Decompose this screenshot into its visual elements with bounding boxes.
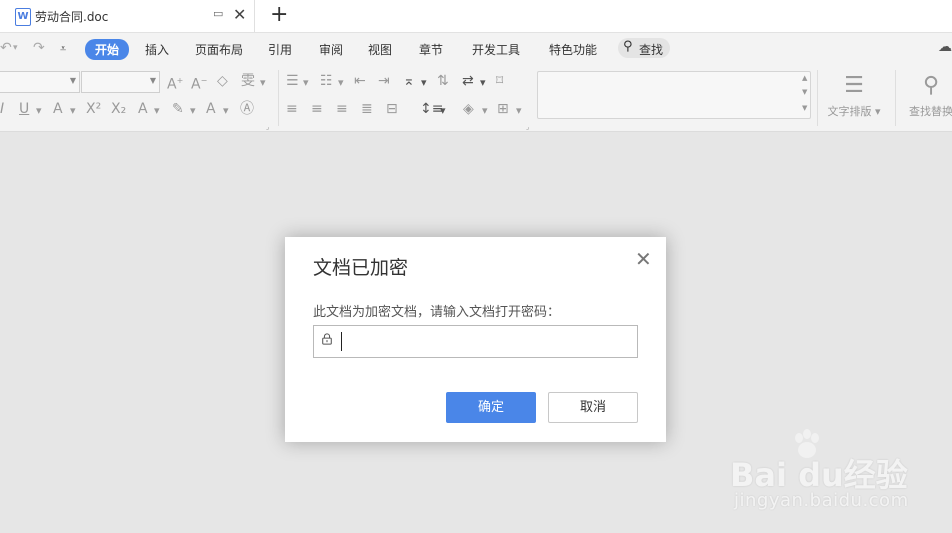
underline-icon[interactable]: U xyxy=(19,101,29,117)
chevron-down-icon[interactable]: ▼ xyxy=(802,88,808,96)
text-cursor xyxy=(341,332,342,351)
password-field[interactable] xyxy=(313,325,638,358)
menu-developer-tools[interactable]: 开发工具 xyxy=(472,41,520,58)
numbered-list-icon[interactable]: ☷ xyxy=(320,73,333,89)
ribbon-separator xyxy=(278,70,279,126)
find-replace-button[interactable]: ⚲ 查找替换 xyxy=(896,73,952,119)
italic-icon[interactable]: I xyxy=(0,101,4,117)
find-replace-label: 查找替换 xyxy=(909,105,952,118)
menu-references[interactable]: 引用 xyxy=(268,41,292,58)
ribbon: ▼ ▼ A+ A− ◇ 雯 ▾ I U ▾ A ▾ X² X₂ A ▾ ✎ ▾ … xyxy=(0,65,952,132)
align-right-icon[interactable]: ≡ xyxy=(336,101,348,117)
text-effects-icon[interactable]: A xyxy=(138,101,148,117)
expand-gallery-icon[interactable]: ▼ xyxy=(802,104,808,112)
menu-home[interactable]: 开始 xyxy=(85,39,130,60)
character-border-icon[interactable]: Ⓐ xyxy=(240,101,254,117)
chevron-down-icon[interactable]: ▾ xyxy=(480,75,486,91)
chevron-up-icon[interactable]: ▲ xyxy=(802,74,808,82)
chevron-down-icon[interactable]: ▾ xyxy=(190,103,196,119)
justify-icon[interactable]: ≣ xyxy=(361,101,373,117)
menu-page-layout[interactable]: 页面布局 xyxy=(195,41,243,58)
align-center-icon[interactable]: ≡ xyxy=(311,101,323,117)
phonetic-guide-icon[interactable]: 雯 xyxy=(241,73,255,89)
lock-icon xyxy=(322,333,332,345)
cancel-button[interactable]: 取消 xyxy=(548,392,638,423)
font-dialog-launcher-icon[interactable]: ⌟ xyxy=(266,119,269,135)
ribbon-separator xyxy=(817,70,818,126)
document-tab-title: 劳动合同.doc xyxy=(35,10,109,24)
pin-tab-icon[interactable]: ▭ xyxy=(213,7,223,20)
document-tab[interactable]: W 劳动合同.doc ▭ ✕ xyxy=(7,0,255,33)
distributed-align-icon[interactable]: ⊟ xyxy=(386,101,398,117)
chevron-down-icon[interactable]: ▾ xyxy=(303,75,309,91)
menu-insert[interactable]: 插入 xyxy=(145,41,169,58)
menu-view[interactable]: 视图 xyxy=(368,41,392,58)
encrypted-document-dialog: 文档已加密 ✕ 此文档为加密文档，请输入文档打开密码： 确定 取消 xyxy=(285,237,666,442)
dialog-prompt: 此文档为加密文档，请输入文档打开密码： xyxy=(313,305,561,320)
chevron-down-icon[interactable]: ▾ xyxy=(223,103,229,119)
password-input[interactable] xyxy=(340,331,630,351)
decrease-indent-icon[interactable]: ⇤ xyxy=(354,73,366,89)
chevron-down-icon: ▼ xyxy=(69,76,76,85)
search-icon: ⚲ xyxy=(623,39,633,54)
baidu-jingyan-watermark: Bai du经验 jingyan.baidu.com xyxy=(730,428,920,518)
superscript-icon[interactable]: X² xyxy=(86,101,101,117)
chinese-layout-icon[interactable]: ⌅ xyxy=(403,73,415,89)
bullet-list-icon[interactable]: ☰ xyxy=(286,73,299,89)
chevron-down-icon[interactable]: ▾ xyxy=(338,75,344,91)
menu-section[interactable]: 章节 xyxy=(419,41,443,58)
new-tab-button[interactable]: + xyxy=(270,2,288,27)
styles-gallery[interactable]: ▲ ▼ ▼ xyxy=(537,71,811,119)
font-color-icon[interactable]: A xyxy=(206,101,216,117)
text-layout-button[interactable]: ☰ 文字排版 ▾ xyxy=(819,73,889,119)
clear-format-icon[interactable]: ◇ xyxy=(217,73,228,89)
text-layout-icon: ☰ xyxy=(844,73,864,98)
borders-icon[interactable]: ⊞ xyxy=(497,101,509,117)
show-marks-icon[interactable]: ⌑ xyxy=(496,73,503,89)
highlight-icon[interactable]: ✎ xyxy=(172,101,184,117)
confirm-button[interactable]: 确定 xyxy=(446,392,536,423)
subscript-icon[interactable]: X₂ xyxy=(111,101,126,117)
sort-icon[interactable]: ⇅ xyxy=(437,73,449,89)
shading-icon[interactable]: ◈ xyxy=(463,101,474,117)
chevron-down-icon[interactable]: ▾ xyxy=(421,75,427,91)
chevron-down-icon[interactable]: ▾ xyxy=(260,75,266,91)
align-left-icon[interactable]: ≡ xyxy=(286,101,298,117)
strikethrough-icon[interactable]: A xyxy=(53,101,63,117)
grow-font-icon[interactable]: A+ xyxy=(167,73,183,93)
undo-dropdown-icon[interactable]: ▾ xyxy=(13,43,18,53)
quick-access-dropdown-icon[interactable]: ⩡ xyxy=(60,42,66,56)
word-doc-icon: W xyxy=(15,8,31,26)
watermark-url: jingyan.baidu.com xyxy=(734,490,909,511)
chevron-down-icon[interactable]: ▾ xyxy=(516,103,522,119)
font-name-select[interactable]: ▼ xyxy=(0,71,80,93)
menu-search[interactable]: ⚲ 查找 xyxy=(618,38,670,58)
close-tab-icon[interactable]: ✕ xyxy=(233,5,246,24)
chevron-down-icon[interactable]: ▾ xyxy=(36,103,42,119)
search-icon: ⚲ xyxy=(922,73,940,98)
menu-bar: ↶ ▾ ↷ ⩡ 开始 插入 页面布局 引用 审阅 视图 章节 开发工具 特色功能… xyxy=(0,33,952,65)
chevron-down-icon: ▼ xyxy=(149,76,156,85)
tab-bar: W 劳动合同.doc ▭ ✕ + xyxy=(0,0,952,33)
menu-special-features[interactable]: 特色功能 xyxy=(549,41,597,58)
text-layout-label: 文字排版 xyxy=(827,105,872,118)
menu-search-label: 查找 xyxy=(639,43,664,57)
paragraph-dialog-launcher-icon[interactable]: ⌟ xyxy=(526,119,529,135)
dialog-title: 文档已加密 xyxy=(313,257,409,279)
chevron-down-icon[interactable]: ▾ xyxy=(70,103,76,119)
shrink-font-icon[interactable]: A− xyxy=(191,73,207,93)
cloud-icon[interactable]: ☁ xyxy=(938,39,952,55)
close-icon[interactable]: ✕ xyxy=(635,247,652,271)
chevron-down-icon[interactable]: ▾ xyxy=(482,103,488,119)
undo-icon[interactable]: ↶ xyxy=(0,40,12,56)
increase-indent-icon[interactable]: ⇥ xyxy=(378,73,390,89)
chevron-down-icon[interactable]: ▾ xyxy=(154,103,160,119)
redo-icon[interactable]: ↷ xyxy=(33,40,45,56)
text-direction-icon[interactable]: ⇄ xyxy=(462,73,474,89)
menu-review[interactable]: 审阅 xyxy=(319,41,343,58)
font-size-select[interactable]: ▼ xyxy=(81,71,160,93)
chevron-down-icon[interactable]: ▾ xyxy=(440,103,446,119)
